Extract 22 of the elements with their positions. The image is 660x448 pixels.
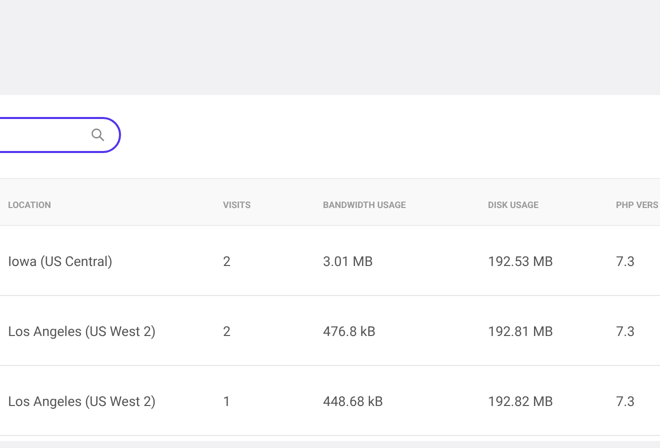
search-field[interactable]: [0, 117, 121, 153]
table-cell: 448.68 kB: [323, 394, 384, 410]
column-header: LOCATION: [8, 200, 51, 210]
column-header: PHP VERS: [616, 200, 658, 210]
table-cell: 192.81 MB: [488, 324, 554, 340]
table-cell: 2: [223, 324, 231, 340]
table-cell: 7.3: [616, 324, 635, 340]
table-cell: 7.3: [616, 394, 635, 410]
table-cell: 3.01 MB: [323, 254, 373, 270]
table-cell: Los Angeles (US West 2): [8, 324, 156, 340]
table-cell: Iowa (US Central): [8, 254, 112, 270]
search-icon[interactable]: [91, 128, 105, 142]
table-cell: Los Angeles (US West 2): [8, 394, 156, 410]
column-header: BANDWIDTH USAGE: [323, 200, 406, 210]
table-cell: 476.8 kB: [323, 324, 376, 340]
column-header: DISK USAGE: [488, 200, 539, 210]
table-cell: 7.3: [616, 254, 635, 270]
table-cell: 2: [223, 254, 231, 270]
table-cell: 192.82 MB: [488, 394, 554, 410]
table-cell: 1: [223, 394, 231, 410]
table-cell: 192.53 MB: [488, 254, 554, 270]
column-header: VISITS: [223, 200, 251, 210]
